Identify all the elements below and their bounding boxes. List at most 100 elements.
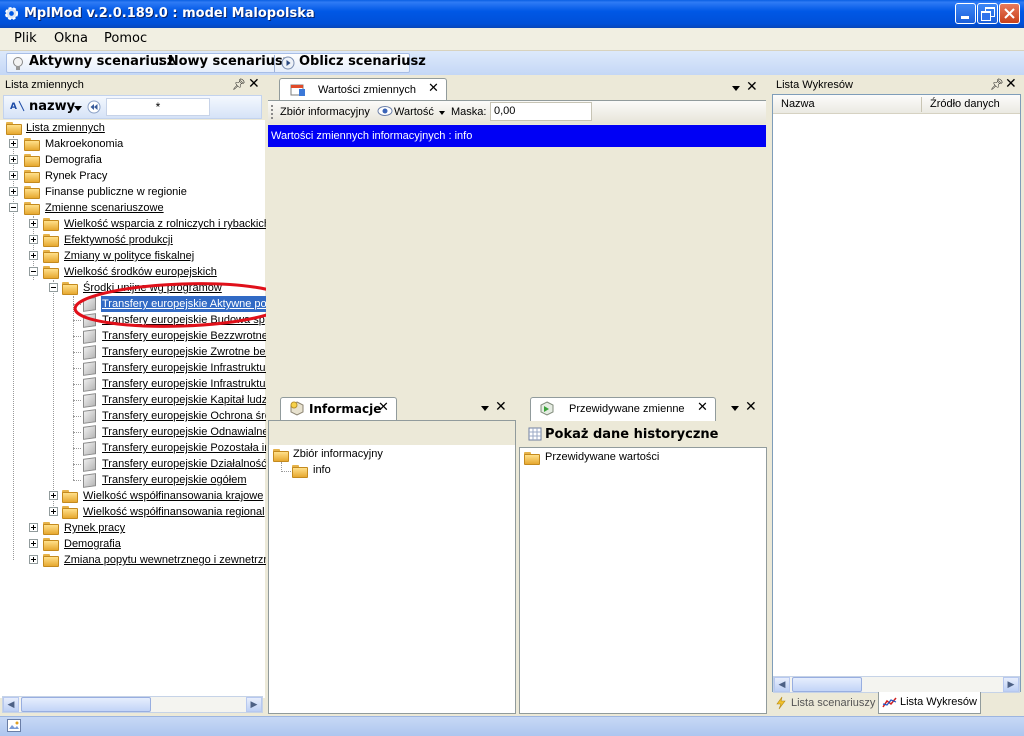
tree-item-zmiana-popytu[interactable]: Zmiana popytu wewnetrznego i zewnetrzn bbox=[64, 552, 269, 568]
scroll-right-button[interactable]: ▶ bbox=[246, 697, 262, 712]
tree-item-polityka-fiskalna[interactable]: Zmiany w polityce fiskalnej bbox=[64, 248, 194, 264]
tree-item-transfer[interactable]: Transfery europejskie Działalność bbox=[102, 456, 267, 472]
expand-toggle[interactable] bbox=[9, 171, 18, 180]
collapse-toggle[interactable] bbox=[9, 203, 18, 212]
tab-scenarios[interactable]: Lista scenariuszy bbox=[772, 693, 878, 714]
info-cube-icon bbox=[290, 401, 304, 416]
pin-icon[interactable]: 📌︎ bbox=[232, 78, 246, 91]
folder-icon bbox=[43, 554, 59, 567]
tree-item-rynek-pracy[interactable]: Rynek Pracy bbox=[45, 168, 107, 184]
tree-item-makroekonomia[interactable]: Makroekonomia bbox=[45, 136, 123, 152]
close-charts-panel[interactable]: ✕ bbox=[1005, 76, 1017, 92]
minimize-button[interactable] bbox=[955, 3, 976, 24]
tree-item-finanse[interactable]: Finanse publiczne w regionie bbox=[45, 184, 187, 200]
tree-item-wsparcie[interactable]: Wielkość wsparcia z rolniczych i rybacki… bbox=[64, 216, 270, 232]
title-bar[interactable]: MplMod v.2.0.189.0 : model Malopolska bbox=[0, 0, 1024, 28]
close-window-button[interactable] bbox=[999, 3, 1020, 24]
info-tree-root[interactable]: Zbiór informacyjny bbox=[293, 446, 383, 462]
variables-hscroll[interactable]: ◀ ▶ bbox=[2, 696, 263, 713]
col-header-source[interactable]: Źródło danych bbox=[930, 98, 1000, 110]
value-button[interactable]: Wartość bbox=[394, 106, 434, 118]
forecast-cube-icon bbox=[540, 401, 554, 416]
menu-okna[interactable]: Okna bbox=[54, 31, 88, 46]
app-gear-icon bbox=[4, 6, 19, 21]
close-info-panel[interactable]: ✕ bbox=[495, 399, 507, 415]
charts-hscroll[interactable]: ◀ ▶ bbox=[773, 676, 1020, 693]
menu-pomoc[interactable]: Pomoc bbox=[104, 31, 147, 46]
tree-item-wspolfin-regional[interactable]: Wielkość współfinansowania regional bbox=[83, 504, 265, 520]
show-historical-button[interactable]: Pokaż dane historyczne bbox=[545, 427, 718, 442]
rewind-icon[interactable] bbox=[87, 100, 101, 114]
expand-toggle[interactable] bbox=[49, 491, 58, 500]
tree-item-transfer[interactable]: Transfery europejskie Odnawialne bbox=[102, 424, 269, 440]
tree-item-transfer[interactable]: Transfery europejskie Zwrotne be: bbox=[102, 344, 269, 360]
info-dropdown-icon[interactable] bbox=[481, 406, 489, 411]
tab-forecast[interactable]: Przewidywane zmienne ✕ bbox=[530, 397, 716, 421]
close-values-panel[interactable]: ✕ bbox=[746, 79, 758, 95]
forecast-dropdown-icon[interactable] bbox=[731, 406, 739, 411]
tree-root[interactable]: Lista zmiennych bbox=[26, 120, 105, 136]
info-tree-item-info[interactable]: info bbox=[313, 462, 331, 478]
dataset-label[interactable]: Zbiór informacyjny bbox=[280, 106, 370, 118]
col-header-name[interactable]: Nazwa bbox=[781, 98, 815, 110]
tree-item-demografia-2[interactable]: Demografia bbox=[64, 536, 121, 552]
values-dropdown-icon[interactable] bbox=[732, 86, 740, 91]
close-forecast-tab[interactable]: ✕ bbox=[697, 400, 708, 415]
tree-item-zmienne-scenariuszowe[interactable]: Zmienne scenariuszowe bbox=[45, 200, 164, 216]
close-forecast-panel[interactable]: ✕ bbox=[745, 399, 757, 415]
scroll-left-button[interactable]: ◀ bbox=[774, 677, 790, 692]
close-variables-panel[interactable]: ✕ bbox=[248, 76, 260, 92]
expand-toggle[interactable] bbox=[9, 155, 18, 164]
sort-by-name-button[interactable]: nazwy bbox=[29, 99, 75, 114]
tree-item-efektywnosc[interactable]: Efektywność produkcji bbox=[64, 232, 173, 248]
tab-charts[interactable]: Lista Wykresów bbox=[878, 692, 981, 714]
tree-item-transfer[interactable]: Transfery europejskie Infrastruktur bbox=[102, 360, 269, 376]
tree-item-rynek-pracy-2[interactable]: Rynek pracy bbox=[64, 520, 125, 536]
new-scenario-button[interactable]: : Nowy scenariusz bbox=[158, 54, 290, 69]
collapse-toggle[interactable] bbox=[29, 267, 38, 276]
expand-toggle[interactable] bbox=[29, 219, 38, 228]
variable-icon bbox=[82, 393, 96, 406]
scroll-left-button[interactable]: ◀ bbox=[3, 697, 19, 712]
tab-values-label: Wartości zmiennych bbox=[318, 84, 417, 96]
tab-info[interactable]: Informacje ✕ bbox=[280, 397, 397, 421]
expand-toggle[interactable] bbox=[9, 139, 18, 148]
minimize-icon bbox=[961, 16, 969, 19]
scroll-thumb[interactable] bbox=[792, 677, 862, 692]
values-grid-area[interactable] bbox=[268, 147, 766, 393]
compute-scenario-button[interactable]: Oblicz scenariusz bbox=[299, 54, 426, 69]
tree-item-transfer[interactable]: Transfery europejskie ogółem bbox=[102, 472, 247, 488]
tree-item-wspolfin-krajowe[interactable]: Wielkość współfinansowania krajowe bbox=[83, 488, 263, 504]
restore-button[interactable] bbox=[977, 3, 998, 24]
scroll-thumb[interactable] bbox=[21, 697, 151, 712]
forecast-item[interactable]: Przewidywane wartości bbox=[545, 449, 659, 465]
mask-input[interactable]: 0,00 bbox=[490, 102, 592, 121]
tree-item-transfer[interactable]: Transfery europejskie Kapitał ludz bbox=[102, 392, 267, 408]
status-image-icon bbox=[7, 719, 21, 732]
expand-toggle[interactable] bbox=[29, 539, 38, 548]
expand-toggle[interactable] bbox=[29, 235, 38, 244]
filter-input[interactable]: * bbox=[106, 98, 210, 116]
folder-icon bbox=[24, 186, 40, 199]
sort-dropdown-icon[interactable] bbox=[74, 106, 82, 111]
expand-toggle[interactable] bbox=[29, 523, 38, 532]
expand-toggle[interactable] bbox=[49, 507, 58, 516]
collapse-toggle[interactable] bbox=[49, 283, 58, 292]
tree-item-transfer[interactable]: Transfery europejskie Pozostała in bbox=[102, 440, 270, 456]
pin-icon[interactable]: 📌︎ bbox=[990, 78, 1004, 91]
tab-values[interactable]: Wartości zmiennych ✕ bbox=[279, 78, 447, 102]
expand-toggle[interactable] bbox=[9, 187, 18, 196]
close-info-tab[interactable]: ✕ bbox=[378, 400, 389, 415]
value-dropdown-icon[interactable] bbox=[439, 111, 445, 115]
values-header: Wartości zmiennych informacyjnych : info bbox=[268, 125, 766, 147]
expand-toggle[interactable] bbox=[29, 555, 38, 564]
folder-icon bbox=[524, 452, 540, 465]
expand-toggle[interactable] bbox=[29, 251, 38, 260]
variables-panel-title: Lista zmiennych bbox=[0, 76, 265, 94]
menu-plik[interactable]: Plik bbox=[14, 31, 37, 46]
close-values-tab[interactable]: ✕ bbox=[428, 81, 439, 96]
scroll-right-button[interactable]: ▶ bbox=[1003, 677, 1019, 692]
tree-item-transfer[interactable]: Transfery europejskie Infrastruktur bbox=[102, 376, 269, 392]
tree-item-demografia[interactable]: Demografia bbox=[45, 152, 102, 168]
tree-item-transfer[interactable]: Transfery europejskie Ochrona śro bbox=[102, 408, 271, 424]
